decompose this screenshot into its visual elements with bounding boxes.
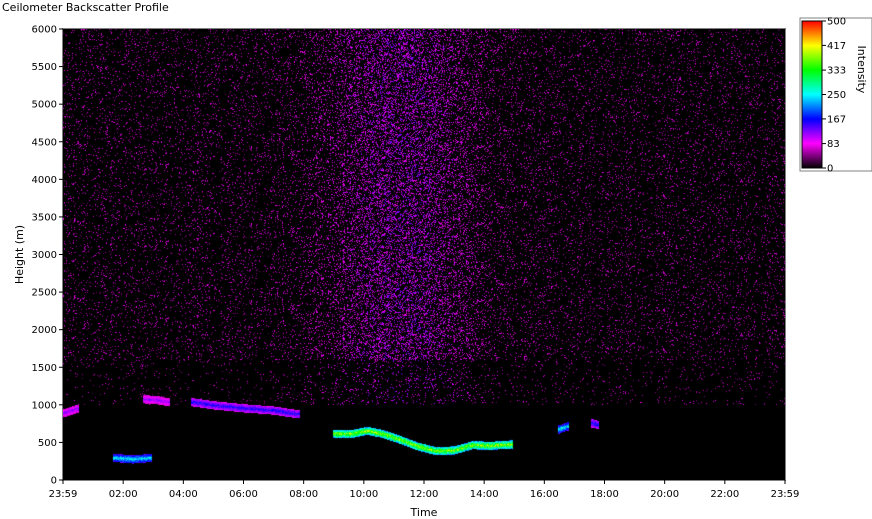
colorbar-title: Intensity (855, 46, 868, 94)
plot-area (62, 28, 786, 481)
x-tick-label: 23:59 (49, 489, 78, 500)
y-tick-label: 1500 (32, 363, 57, 374)
colorbar-tick-label: 333 (827, 66, 846, 77)
backscatter-heatmap (63, 29, 785, 480)
y-tick-label: 2500 (32, 288, 57, 299)
colorbar: 0 83 167 250 333 417 500 Intensity (799, 17, 872, 175)
colorbar-tick-label: 250 (827, 90, 846, 101)
y-tick-label: 5000 (32, 100, 57, 111)
y-tick-label: 4000 (32, 175, 57, 186)
x-tick-label: 04:00 (169, 489, 198, 500)
colorbar-tick-label: 417 (827, 41, 846, 52)
x-tick-label: 06:00 (229, 489, 258, 500)
x-tick-label: 23:59 (771, 489, 800, 500)
colorbar-tick-label: 500 (827, 17, 846, 28)
x-tick-label: 16:00 (530, 489, 559, 500)
y-tick-label: 4500 (32, 137, 57, 148)
x-tick-label: 20:00 (650, 489, 679, 500)
x-tick-label: 22:00 (710, 489, 739, 500)
y-axis-title: Height (m) (13, 225, 26, 284)
colorbar-gradient (801, 20, 823, 169)
x-tick-label: 10:00 (349, 489, 378, 500)
x-axis-title: Time (410, 506, 438, 519)
y-tick-label: 500 (38, 438, 57, 449)
y-tick-label: 1000 (32, 400, 57, 411)
y-tick-label: 5500 (32, 62, 57, 73)
y-axis: 0 500 1000 1500 2000 2500 3000 3500 4000 4500 5000… (32, 25, 63, 487)
x-tick-label: 18:00 (590, 489, 619, 500)
x-tick-label: 02:00 (109, 489, 138, 500)
colorbar-tick-label: 167 (827, 114, 846, 125)
x-axis: 23:59 02:00 04:00 06:00 08:00 10:00 12:00 14:00… (49, 480, 800, 500)
y-tick-label: 2000 (32, 325, 57, 336)
x-tick-label: 14:00 (470, 489, 499, 500)
y-tick-label: 3000 (32, 250, 57, 261)
y-tick-label: 6000 (32, 25, 57, 36)
y-tick-label: 3500 (32, 212, 57, 223)
colorbar-tick-label: 83 (827, 139, 840, 150)
y-tick-label: 0 (51, 476, 57, 487)
x-tick-label: 12:00 (410, 489, 439, 500)
backscatter-chart: 0500100015002000250030003500400045005000… (13, 17, 872, 519)
x-tick-label: 08:00 (289, 489, 318, 500)
colorbar-tick-label: 0 (827, 164, 833, 175)
